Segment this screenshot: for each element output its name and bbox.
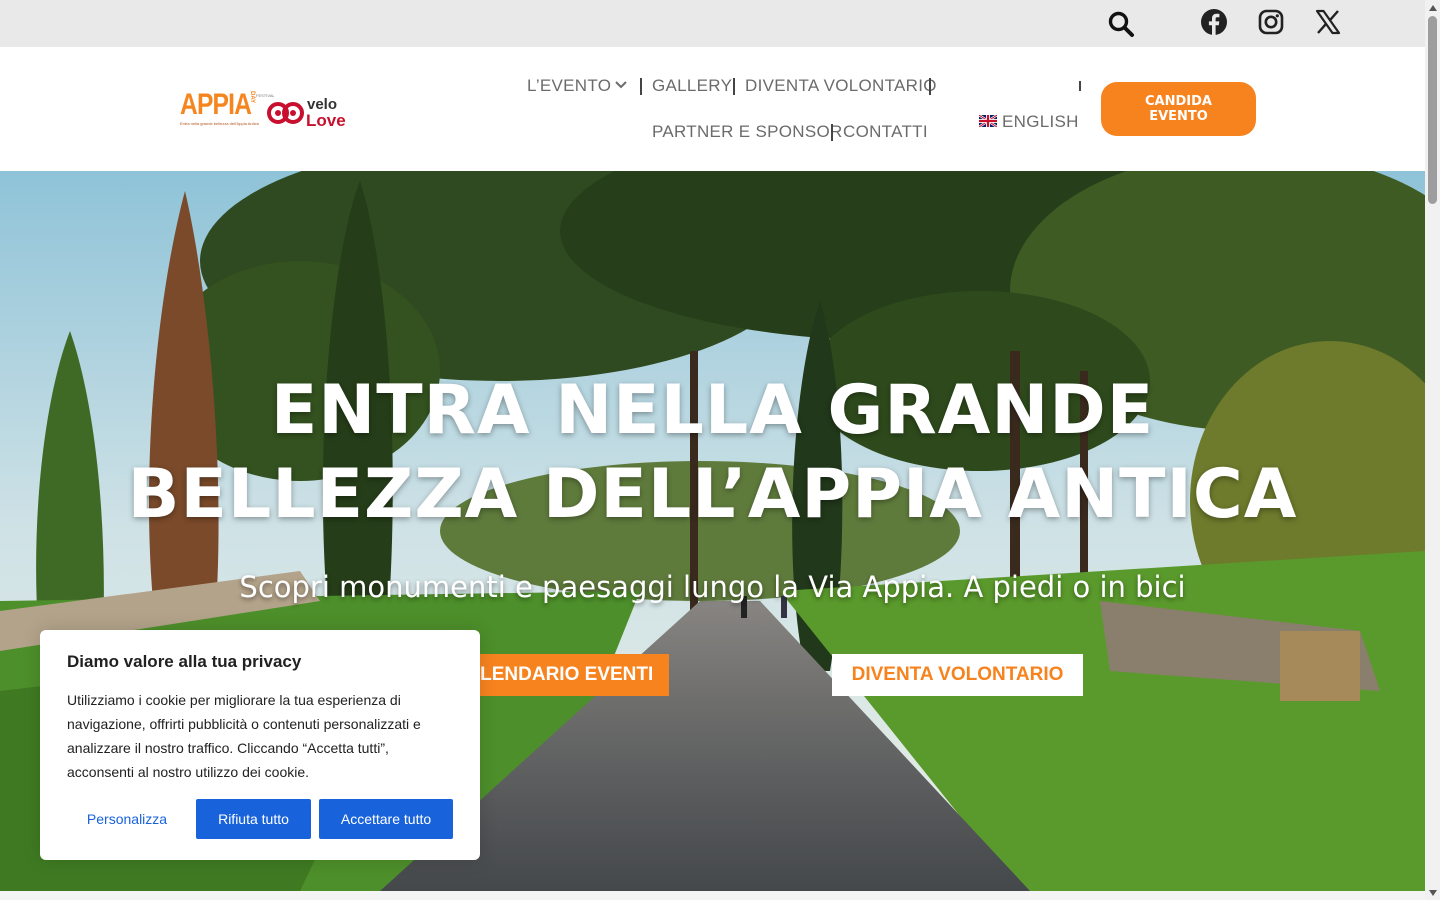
candida-evento-button[interactable]: CANDIDA EVENTO <box>1101 82 1256 136</box>
scroll-up-arrow-icon[interactable] <box>1425 0 1440 15</box>
search-icon[interactable] <box>1106 9 1136 39</box>
hero-title-line-2: BELLEZZA DELL’APPIA ANTICA <box>127 455 1298 534</box>
page-bottom-strip <box>0 891 1425 900</box>
instagram-icon[interactable] <box>1256 7 1286 37</box>
nav-separator <box>1079 81 1081 91</box>
logo-tagline: Entra nella grande bellezza dell'Appia A… <box>180 122 259 126</box>
logo-appia-text: APPIA <box>180 88 252 121</box>
scrollbar-thumb[interactable] <box>1428 16 1437 204</box>
cookie-consent-banner: Diamo valore alla tua privacy Utilizziam… <box>40 630 480 860</box>
nav-item-gallery[interactable]: GALLERY <box>652 76 732 96</box>
uk-flag-icon[interactable] <box>979 115 997 127</box>
nav-item-partner-sponsor[interactable]: PARTNER E SPONSOR <box>652 122 843 142</box>
nav-separator <box>640 78 642 95</box>
x-icon[interactable] <box>1313 7 1343 37</box>
facebook-icon[interactable] <box>1199 7 1229 37</box>
site-header: APPIA DAY FESTIVAL Entra nella grande be… <box>0 47 1425 171</box>
cookie-title: Diamo valore alla tua privacy <box>67 652 302 671</box>
svg-text:Love: Love <box>306 111 345 129</box>
hero-subtitle: Scopri monumenti e paesaggi lungo la Via… <box>239 570 1186 604</box>
cookie-description: Utilizziamo i cookie per migliorare la t… <box>67 692 421 780</box>
chevron-down-icon[interactable] <box>614 80 628 90</box>
language-switch-english[interactable]: ENGLISH <box>1002 112 1079 132</box>
hero-title-line-1: ENTRA NELLA GRANDE <box>270 371 1155 450</box>
logo-day-text: DAY <box>249 91 255 104</box>
site-logo[interactable]: APPIA DAY FESTIVAL Entra nella grande be… <box>180 89 345 131</box>
scroll-down-arrow-icon[interactable] <box>1425 885 1440 900</box>
velolove-logo-icon: velo Love <box>267 96 345 129</box>
nav-separator <box>831 124 833 141</box>
cookie-customize-button[interactable]: Personalizza <box>67 799 187 839</box>
nav-item-evento[interactable]: L’EVENTO <box>527 76 611 96</box>
nav-separator <box>733 78 735 95</box>
cookie-reject-all-button[interactable]: Rifiuta tutto <box>196 799 311 839</box>
top-utility-bar <box>0 0 1425 47</box>
diventa-volontario-button[interactable]: DIVENTA VOLONTARIO <box>832 654 1083 696</box>
page-scrollbar[interactable] <box>1425 0 1440 900</box>
cookie-accept-all-button[interactable]: Accettare tutto <box>319 799 453 839</box>
nav-separator <box>929 78 931 95</box>
hero-title: ENTRA NELLA GRANDE BELLEZZA DELL’APPIA A… <box>0 369 1425 537</box>
nav-item-diventa-volontario[interactable]: DIVENTA VOLONTARIO <box>745 76 937 96</box>
nav-item-contatti[interactable]: CONTATTI <box>843 122 928 142</box>
